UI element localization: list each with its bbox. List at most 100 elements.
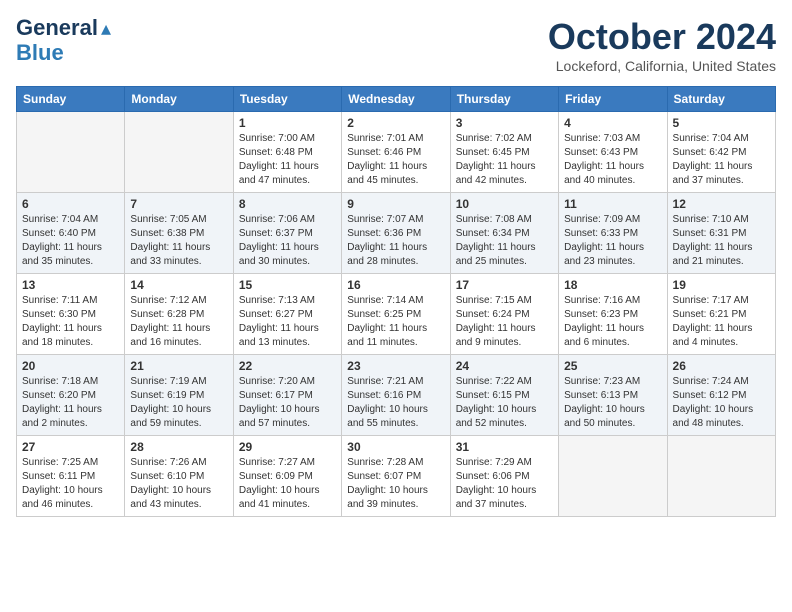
day-number: 15	[239, 278, 336, 292]
day-info: Sunrise: 7:27 AMSunset: 6:09 PMDaylight:…	[239, 456, 336, 512]
day-info: Sunrise: 7:06 AMSunset: 6:37 PMDaylight:…	[239, 213, 336, 269]
day-info: Sunrise: 7:17 AMSunset: 6:21 PMDaylight:…	[673, 294, 770, 350]
day-number: 20	[22, 359, 119, 373]
logo: General ▴ Blue	[16, 16, 111, 65]
calendar-week-row: 6Sunrise: 7:04 AMSunset: 6:40 PMDaylight…	[17, 193, 776, 274]
calendar-day-cell: 29Sunrise: 7:27 AMSunset: 6:09 PMDayligh…	[233, 436, 341, 517]
day-info: Sunrise: 7:15 AMSunset: 6:24 PMDaylight:…	[456, 294, 553, 350]
month-title: October 2024	[548, 16, 776, 58]
day-number: 22	[239, 359, 336, 373]
day-info: Sunrise: 7:12 AMSunset: 6:28 PMDaylight:…	[130, 294, 227, 350]
calendar-week-row: 20 Sunrise: 7:18 AMSunset: 6:20 PMDayligh…	[17, 355, 776, 436]
day-info: Sunrise: 7:14 AMSunset: 6:25 PMDaylight:…	[347, 294, 444, 350]
day-info: Sunrise: 7:26 AMSunset: 6:10 PMDaylight:…	[130, 456, 227, 512]
day-info: Sunrise: 7:16 AMSunset: 6:23 PMDaylight:…	[564, 294, 661, 350]
calendar-day-cell: 21Sunrise: 7:19 AMSunset: 6:19 PMDayligh…	[125, 355, 233, 436]
calendar-day-cell: 25 Sunrise: 7:23 AMSunset: 6:13 PMDayligh…	[559, 355, 667, 436]
calendar-weekday-saturday: Saturday	[667, 87, 775, 112]
day-number: 2	[347, 116, 444, 130]
calendar-day-cell: 12Sunrise: 7:10 AMSunset: 6:31 PMDayligh…	[667, 193, 775, 274]
calendar-day-cell: 1 Sunrise: 7:00 AMSunset: 6:48 PMDaylight…	[233, 112, 341, 193]
day-number: 25	[564, 359, 661, 373]
day-number: 7	[130, 197, 227, 211]
calendar-weekday-monday: Monday	[125, 87, 233, 112]
day-info: Sunrise: 7:05 AMSunset: 6:38 PMDaylight:…	[130, 213, 227, 269]
calendar-table: SundayMondayTuesdayWednesdayThursdayFrid…	[16, 86, 776, 517]
calendar-day-cell: 13Sunrise: 7:11 AMSunset: 6:30 PMDayligh…	[17, 274, 125, 355]
day-number: 5	[673, 116, 770, 130]
calendar-day-cell: 4 Sunrise: 7:03 AMSunset: 6:43 PMDaylight…	[559, 112, 667, 193]
day-number: 31	[456, 440, 553, 454]
calendar-day-cell: 20 Sunrise: 7:18 AMSunset: 6:20 PMDayligh…	[17, 355, 125, 436]
day-info: Sunrise: 7:25 AMSunset: 6:11 PMDaylight:…	[22, 456, 119, 512]
calendar-day-cell: 28 Sunrise: 7:26 AMSunset: 6:10 PMDayligh…	[125, 436, 233, 517]
calendar-weekday-sunday: Sunday	[17, 87, 125, 112]
day-info: Sunrise: 7:19 AMSunset: 6:19 PMDaylight:…	[130, 375, 227, 431]
calendar-day-cell: 22 Sunrise: 7:20 AMSunset: 6:17 PMDayligh…	[233, 355, 341, 436]
calendar-day-cell: 26 Sunrise: 7:24 AMSunset: 6:12 PMDayligh…	[667, 355, 775, 436]
day-info: Sunrise: 7:18 AMSunset: 6:20 PMDaylight:…	[22, 375, 119, 431]
day-info: Sunrise: 7:21 AMSunset: 6:16 PMDaylight:…	[347, 375, 444, 431]
calendar-day-cell: 8Sunrise: 7:06 AMSunset: 6:37 PMDaylight…	[233, 193, 341, 274]
calendar-day-cell: 18 Sunrise: 7:16 AMSunset: 6:23 PMDayligh…	[559, 274, 667, 355]
calendar-day-cell: 11 Sunrise: 7:09 AMSunset: 6:33 PMDayligh…	[559, 193, 667, 274]
day-number: 3	[456, 116, 553, 130]
calendar-day-cell: 24 Sunrise: 7:22 AMSunset: 6:15 PMDayligh…	[450, 355, 558, 436]
calendar-day-cell	[667, 436, 775, 517]
day-number: 18	[564, 278, 661, 292]
day-number: 6	[22, 197, 119, 211]
day-number: 4	[564, 116, 661, 130]
calendar-day-cell: 30 Sunrise: 7:28 AMSunset: 6:07 PMDayligh…	[342, 436, 450, 517]
calendar-header-row: SundayMondayTuesdayWednesdayThursdayFrid…	[17, 87, 776, 112]
day-info: Sunrise: 7:24 AMSunset: 6:12 PMDaylight:…	[673, 375, 770, 431]
calendar-day-cell: 5Sunrise: 7:04 AMSunset: 6:42 PMDaylight…	[667, 112, 775, 193]
day-number: 12	[673, 197, 770, 211]
day-number: 14	[130, 278, 227, 292]
day-number: 17	[456, 278, 553, 292]
calendar-day-cell: 31Sunrise: 7:29 AMSunset: 6:06 PMDayligh…	[450, 436, 558, 517]
calendar-day-cell: 16 Sunrise: 7:14 AMSunset: 6:25 PMDayligh…	[342, 274, 450, 355]
day-number: 10	[456, 197, 553, 211]
day-number: 26	[673, 359, 770, 373]
logo-general: General	[16, 16, 98, 40]
day-info: Sunrise: 7:09 AMSunset: 6:33 PMDaylight:…	[564, 213, 661, 269]
day-number: 28	[130, 440, 227, 454]
page-header: General ▴ Blue October 2024 Lockeford, C…	[16, 16, 776, 74]
calendar-weekday-friday: Friday	[559, 87, 667, 112]
calendar-day-cell: 27 Sunrise: 7:25 AMSunset: 6:11 PMDayligh…	[17, 436, 125, 517]
calendar-day-cell: 15 Sunrise: 7:13 AMSunset: 6:27 PMDayligh…	[233, 274, 341, 355]
calendar-day-cell: 6Sunrise: 7:04 AMSunset: 6:40 PMDaylight…	[17, 193, 125, 274]
day-info: Sunrise: 7:23 AMSunset: 6:13 PMDaylight:…	[564, 375, 661, 431]
calendar-day-cell: 23 Sunrise: 7:21 AMSunset: 6:16 PMDayligh…	[342, 355, 450, 436]
calendar-weekday-thursday: Thursday	[450, 87, 558, 112]
day-number: 1	[239, 116, 336, 130]
day-number: 16	[347, 278, 444, 292]
day-info: Sunrise: 7:00 AMSunset: 6:48 PMDaylight:…	[239, 132, 336, 188]
calendar-day-cell: 14 Sunrise: 7:12 AMSunset: 6:28 PMDayligh…	[125, 274, 233, 355]
day-number: 23	[347, 359, 444, 373]
day-number: 27	[22, 440, 119, 454]
calendar-week-row: 27 Sunrise: 7:25 AMSunset: 6:11 PMDayligh…	[17, 436, 776, 517]
calendar-day-cell: 9Sunrise: 7:07 AMSunset: 6:36 PMDaylight…	[342, 193, 450, 274]
day-info: Sunrise: 7:22 AMSunset: 6:15 PMDaylight:…	[456, 375, 553, 431]
location: Lockeford, California, United States	[548, 58, 776, 74]
calendar-week-row: 13Sunrise: 7:11 AMSunset: 6:30 PMDayligh…	[17, 274, 776, 355]
day-info: Sunrise: 7:08 AMSunset: 6:34 PMDaylight:…	[456, 213, 553, 269]
calendar-day-cell: 17 Sunrise: 7:15 AMSunset: 6:24 PMDayligh…	[450, 274, 558, 355]
title-block: October 2024 Lockeford, California, Unit…	[548, 16, 776, 74]
calendar-day-cell: 7 Sunrise: 7:05 AMSunset: 6:38 PMDaylight…	[125, 193, 233, 274]
day-number: 19	[673, 278, 770, 292]
calendar-weekday-tuesday: Tuesday	[233, 87, 341, 112]
logo-bird-icon: ▴	[101, 16, 111, 41]
day-number: 30	[347, 440, 444, 454]
day-info: Sunrise: 7:07 AMSunset: 6:36 PMDaylight:…	[347, 213, 444, 269]
day-number: 13	[22, 278, 119, 292]
day-info: Sunrise: 7:28 AMSunset: 6:07 PMDaylight:…	[347, 456, 444, 512]
day-info: Sunrise: 7:13 AMSunset: 6:27 PMDaylight:…	[239, 294, 336, 350]
day-number: 24	[456, 359, 553, 373]
day-number: 11	[564, 197, 661, 211]
calendar-day-cell: 2Sunrise: 7:01 AMSunset: 6:46 PMDaylight…	[342, 112, 450, 193]
day-info: Sunrise: 7:03 AMSunset: 6:43 PMDaylight:…	[564, 132, 661, 188]
day-info: Sunrise: 7:20 AMSunset: 6:17 PMDaylight:…	[239, 375, 336, 431]
calendar-day-cell	[559, 436, 667, 517]
